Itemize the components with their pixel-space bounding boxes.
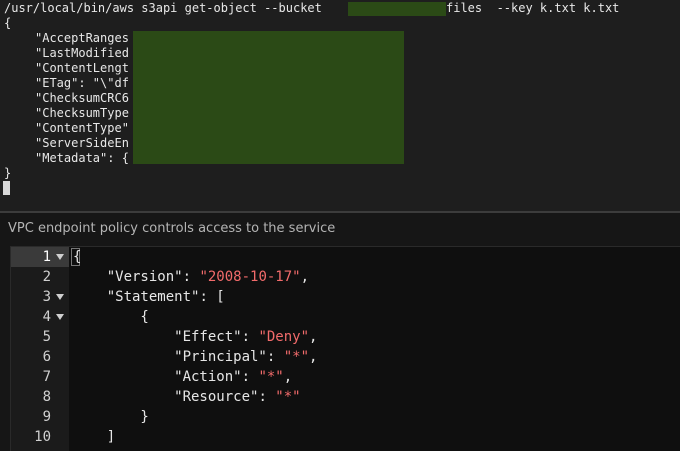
json-key: "Principal" xyxy=(73,349,267,365)
vpc-endpoint-policy-panel: VPC endpoint policy controls access to t… xyxy=(0,213,680,451)
terminal-output: /usr/local/bin/aws s3api get-object --bu… xyxy=(0,0,680,211)
code-text: { xyxy=(73,249,82,265)
output-key-metadata: "Metadata": { xyxy=(35,151,129,165)
code-text: { xyxy=(73,309,149,325)
policy-code-editor[interactable]: 1 { 2 "Version": "2008-10-17", 3 "Statem… xyxy=(10,246,680,451)
open-brace: { xyxy=(4,16,12,30)
json-string-value: "Deny" xyxy=(258,329,310,345)
code-line[interactable]: 1 { xyxy=(11,247,680,267)
command-suffix: files --key k.txt k.txt xyxy=(446,1,620,15)
output-key-server-side-encryption: "ServerSideEn xyxy=(35,136,129,150)
json-string-value: "*" xyxy=(283,349,310,365)
code-line[interactable]: 8 "Resource": "*" xyxy=(11,387,680,407)
json-key: "Effect" xyxy=(73,329,242,345)
code-line[interactable]: 10 ] xyxy=(11,427,680,447)
output-key-accept-ranges: "AcceptRanges xyxy=(35,31,129,45)
code-line[interactable]: 7 "Action": "*", xyxy=(11,367,680,387)
json-separator: : xyxy=(266,349,284,365)
json-separator: : xyxy=(241,369,259,385)
command-line: /usr/local/bin/aws s3api get-object --bu… xyxy=(4,1,329,16)
code-line[interactable]: 4 { xyxy=(11,307,680,327)
json-separator: : xyxy=(241,329,259,345)
json-key: "Resource" xyxy=(73,389,259,405)
output-key-content-length: "ContentLengt xyxy=(35,61,129,75)
code-text: } xyxy=(73,409,149,425)
output-key-last-modified: "LastModified xyxy=(35,46,129,60)
json-separator: : xyxy=(182,269,200,285)
redacted-output-values xyxy=(133,31,404,164)
line-number: 9 xyxy=(42,409,51,425)
json-key: "Version" xyxy=(73,269,183,285)
line-number: 6 xyxy=(42,349,51,365)
json-separator: : xyxy=(258,389,276,405)
fold-arrow-icon[interactable] xyxy=(56,294,64,300)
json-comma: , xyxy=(309,349,318,365)
code-line[interactable]: 6 "Principal": "*", xyxy=(11,347,680,367)
json-comma: , xyxy=(283,369,293,385)
command-text: /usr/local/bin/aws s3api get-object --bu… xyxy=(4,1,330,15)
json-key: "Action" xyxy=(73,369,242,385)
line-number: 2 xyxy=(42,269,51,285)
json-separator: : [ xyxy=(199,289,225,305)
line-number: 8 xyxy=(42,389,51,405)
fold-arrow-icon[interactable] xyxy=(56,314,64,320)
json-string-value: "*" xyxy=(275,389,301,405)
output-key-checksum-type: "ChecksumType xyxy=(35,106,129,120)
json-string-value: "*" xyxy=(258,369,284,385)
panel-title: VPC endpoint policy controls access to t… xyxy=(8,221,336,236)
code-line[interactable]: 2 "Version": "2008-10-17", xyxy=(11,267,680,287)
line-number: 4 xyxy=(42,309,51,325)
output-key-etag: "ETag": "\"df xyxy=(35,76,129,90)
line-number: 10 xyxy=(34,429,51,445)
json-comma: , xyxy=(300,269,310,285)
json-comma: , xyxy=(309,329,318,345)
code-line[interactable]: 9 } xyxy=(11,407,680,427)
redacted-bucket-name xyxy=(348,2,446,16)
output-key-content-type: "ContentType" xyxy=(35,121,129,135)
line-number: 5 xyxy=(42,329,51,345)
terminal-cursor xyxy=(3,181,10,195)
output-key-checksum-crc: "ChecksumCRC6 xyxy=(35,91,129,105)
code-line[interactable]: 5 "Effect": "Deny", xyxy=(11,327,680,347)
close-brace: } xyxy=(4,166,12,180)
json-string-value: "2008-10-17" xyxy=(199,269,301,285)
code-line[interactable]: 3 "Statement": [ xyxy=(11,287,680,307)
json-key: "Statement" xyxy=(73,289,200,305)
code-text: ] xyxy=(73,429,116,445)
line-number: 7 xyxy=(42,369,51,385)
line-number: 1 xyxy=(42,249,51,265)
line-number: 3 xyxy=(42,289,51,305)
fold-arrow-icon[interactable] xyxy=(56,254,64,260)
